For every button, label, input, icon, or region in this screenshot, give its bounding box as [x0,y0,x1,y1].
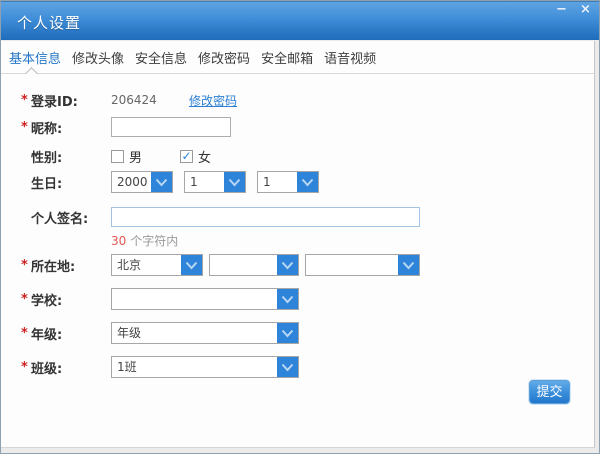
location-province-select[interactable]: 北京 [111,254,203,276]
grade-select[interactable]: 年级 [111,322,299,344]
location-city-select[interactable] [209,254,299,276]
tab-security-email[interactable]: 安全邮箱 [261,48,313,67]
form-row-grade: * 年级: 年级 [1,322,594,344]
chevron-down-icon[interactable] [398,255,419,275]
required-asterisk: * [21,93,31,108]
birthday-year-select[interactable]: 2000 [111,171,173,193]
birthday-year-value: 2000 [112,172,151,192]
location-district-select[interactable] [305,254,420,276]
school-select[interactable] [111,288,299,310]
gender-female-label: 女 [198,147,211,166]
form-row-login-id: * 登录ID: 206424 修改密码 [1,89,594,111]
close-icon[interactable]: × [577,3,594,18]
login-id-label: 登录ID: [31,91,111,110]
login-id-value: 206424 [111,93,189,107]
signature-hint-number: 30 [111,234,126,248]
nickname-input[interactable] [111,117,231,137]
birthday-day-value: 1 [258,172,297,192]
class-label: 班级: [31,358,111,377]
required-asterisk: * [21,258,31,273]
gender-male-label: 男 [129,147,142,166]
content-panel: 基本信息 修改头像 安全信息 修改密码 安全邮箱 语音视频 * 登录ID: 20… [1,41,595,448]
window-controls: − × [553,3,594,18]
signature-label: 个人签名: [31,208,111,227]
form-row-nickname: * 昵称: [1,116,594,138]
tab-bar: 基本信息 修改头像 安全信息 修改密码 安全邮箱 语音视频 [1,41,594,74]
class-value: 1班 [112,357,277,377]
title-bar: 个人设置 − × [1,1,599,40]
tab-basic-info[interactable]: 基本信息 [9,48,61,67]
form-row-birthday: 生日: 2000 1 1 [1,171,594,193]
location-label: 所在地: [31,256,111,275]
form-row-class: * 班级: 1班 [1,356,594,378]
form-row-location: * 所在地: 北京 [1,254,594,276]
signature-hint-text: 个字符内 [130,234,178,248]
chevron-down-icon[interactable] [181,255,202,275]
window-title: 个人设置 [17,12,81,33]
required-asterisk: * [21,120,31,135]
gender-label: 性别: [31,147,111,166]
chevron-down-icon[interactable] [277,255,298,275]
grade-label: 年级: [31,324,111,343]
basic-info-form: * 登录ID: 206424 修改密码 * 昵称: 性别: 男 ✓ [1,74,594,378]
chevron-down-icon[interactable] [297,172,318,192]
gender-female-checkbox[interactable]: ✓ [180,150,193,163]
chevron-down-icon[interactable] [151,172,172,192]
school-value [112,289,277,309]
form-row-school: * 学校: [1,288,594,310]
birthday-month-value: 1 [185,172,224,192]
chevron-down-icon[interactable] [224,172,245,192]
nickname-label: 昵称: [31,118,111,137]
tab-change-avatar[interactable]: 修改头像 [72,48,124,67]
birthday-month-select[interactable]: 1 [184,171,246,193]
grade-value: 年级 [112,323,277,343]
required-asterisk: * [21,360,31,375]
location-district-value [306,255,398,275]
form-row-signature: 个人签名: [1,206,594,228]
birthday-day-select[interactable]: 1 [257,171,319,193]
gender-male-checkbox[interactable] [111,150,124,163]
signature-hint: 30 个字符内 [1,232,594,248]
class-select[interactable]: 1班 [111,356,299,378]
tab-security-info[interactable]: 安全信息 [135,48,187,67]
required-asterisk: * [21,292,31,307]
minimize-icon[interactable]: − [553,3,570,18]
chevron-down-icon[interactable] [277,357,298,377]
personal-settings-window: 个人设置 − × 基本信息 修改头像 安全信息 修改密码 安全邮箱 语音视频 *… [1,1,599,453]
checkmark-icon: ✓ [181,150,191,162]
tab-change-password[interactable]: 修改密码 [198,48,250,67]
chevron-down-icon[interactable] [277,289,298,309]
form-row-gender: 性别: 男 ✓ 女 [1,145,594,167]
tab-voice-video[interactable]: 语音视频 [324,48,376,67]
birthday-label: 生日: [31,173,111,192]
location-province-value: 北京 [112,255,181,275]
chevron-down-icon[interactable] [277,323,298,343]
location-city-value [210,255,277,275]
school-label: 学校: [31,290,111,309]
change-password-link[interactable]: 修改密码 [189,92,237,109]
signature-input[interactable] [111,207,420,227]
submit-button[interactable]: 提交 [529,380,570,404]
required-asterisk: * [21,326,31,341]
